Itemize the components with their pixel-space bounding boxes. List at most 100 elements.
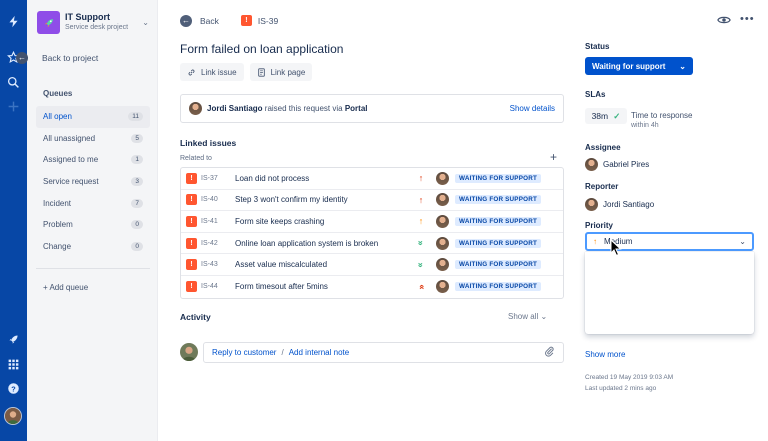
- show-all-label: Show all: [508, 312, 539, 321]
- watch-eye-icon[interactable]: [717, 14, 731, 26]
- more-actions-icon[interactable]: •••: [740, 13, 755, 25]
- profile-avatar[interactable]: [4, 407, 22, 425]
- slas-label: SLAs: [585, 90, 606, 99]
- issue-summary[interactable]: Form timesout after 5mins: [235, 282, 412, 291]
- link-page-label: Link page: [270, 67, 306, 77]
- show-details-link[interactable]: Show details: [510, 104, 555, 113]
- linked-issue-row[interactable]: ! IS-42 Online loan application system is …: [181, 233, 563, 255]
- status-lozenge: WAITING FOR SUPPORT: [455, 238, 541, 248]
- reporter-field[interactable]: Jordi Santiago: [585, 198, 654, 211]
- medium-priority-arrow-icon: ↑: [593, 237, 597, 246]
- chevron-down-icon: ⌄: [739, 237, 746, 246]
- status-lozenge: WAITING FOR SUPPORT: [455, 216, 541, 226]
- assignee-avatar: [436, 258, 450, 272]
- issue-type-icon: !: [186, 237, 197, 249]
- queue-label: All open: [43, 112, 72, 122]
- queue-count: 11: [128, 112, 143, 122]
- issue-key[interactable]: IS-39: [258, 16, 278, 26]
- issue-type-icon: !: [186, 281, 197, 293]
- queue-all-open[interactable]: All open 11: [36, 106, 150, 128]
- arrow-left-icon[interactable]: ←: [180, 14, 192, 27]
- issue-title[interactable]: Form failed on loan application: [180, 42, 343, 56]
- chevron-down-icon: ⌄: [679, 61, 686, 71]
- medium-priority-icon: ↑: [418, 216, 424, 227]
- queue-incident[interactable]: Incident 7: [36, 192, 150, 214]
- queue-list: All open 11 All unassigned 5 Assigned to m…: [36, 106, 150, 257]
- issue-type-icon: !: [186, 194, 197, 206]
- sla-name: Time to response: [631, 111, 693, 120]
- queue-count: 5: [131, 133, 143, 143]
- create-icon[interactable]: [4, 97, 23, 116]
- linked-issue-row[interactable]: ! IS-43 Asset value miscalculated » WAITING …: [181, 254, 563, 276]
- queue-all-unassigned[interactable]: All unassigned 5: [36, 128, 150, 150]
- issue-key[interactable]: IS-37: [201, 175, 235, 182]
- issue-type-icon: !: [240, 15, 252, 26]
- queue-problem[interactable]: Problem 0: [36, 214, 150, 236]
- high-priority-icon: ↑: [418, 173, 424, 184]
- back-to-project-link[interactable]: ← Back to project: [10, 49, 122, 67]
- back-link[interactable]: Back: [200, 16, 219, 26]
- raised-by-banner: Jordi Santiago raised this request via P…: [180, 94, 564, 123]
- linked-issue-row[interactable]: ! IS-37 Loan did not process ↑ WAITING FOR S…: [181, 168, 563, 190]
- reporter-avatar: [585, 198, 598, 211]
- add-link-plus-icon[interactable]: +: [550, 150, 557, 164]
- status-lozenge: WAITING FOR SUPPORT: [455, 260, 541, 270]
- issue-summary[interactable]: Step 3 won't confirm my identity: [235, 195, 412, 204]
- issue-summary[interactable]: Asset value miscalculated: [235, 260, 412, 269]
- priority-options-menu[interactable]: [585, 252, 754, 334]
- linked-issue-row[interactable]: ! IS-41 Form site keeps crashing ↑ WAITING F…: [181, 211, 563, 233]
- jira-logo-icon[interactable]: [4, 12, 23, 31]
- status-lozenge: WAITING FOR SUPPORT: [455, 195, 541, 205]
- status-label: Status: [585, 42, 610, 51]
- raised-by-name: Jordi Santiago: [207, 104, 263, 113]
- assignee-field[interactable]: Gabriel Pires: [585, 158, 649, 171]
- add-queue-link[interactable]: + Add queue: [43, 283, 88, 292]
- status-dropdown-button[interactable]: Waiting for support ⌄: [585, 57, 693, 75]
- sla-time-value: 38m: [591, 111, 609, 121]
- assignee-avatar: [436, 171, 450, 185]
- check-icon: ✓: [613, 110, 621, 121]
- issue-summary[interactable]: Form site keeps crashing: [235, 217, 412, 226]
- current-user-avatar: [180, 343, 198, 361]
- app-switcher-icon[interactable]: [4, 355, 23, 374]
- issue-key[interactable]: IS-43: [201, 261, 235, 268]
- queue-label: Change: [43, 241, 72, 251]
- link-issue-button[interactable]: Link issue: [180, 63, 244, 81]
- comment-composer[interactable]: Reply to customer / Add internal note: [203, 342, 564, 363]
- chevron-down-icon: ⌄: [142, 18, 149, 27]
- show-all-dropdown[interactable]: Show all ⌄: [508, 312, 547, 321]
- issue-key[interactable]: IS-41: [201, 218, 235, 225]
- help-icon[interactable]: ?: [4, 379, 23, 398]
- queue-assigned-to-me[interactable]: Assigned to me 1: [36, 149, 150, 171]
- mouse-pointer-icon: [610, 239, 622, 257]
- issue-key[interactable]: IS-40: [201, 196, 235, 203]
- reporter-label: Reporter: [585, 182, 619, 191]
- queue-change[interactable]: Change 0: [36, 236, 150, 258]
- link-page-button[interactable]: Link page: [249, 63, 313, 81]
- assignee-label: Assignee: [585, 143, 621, 152]
- created-date: Created 19 May 2019 9:03 AM: [585, 374, 674, 381]
- svg-text:?: ?: [11, 384, 16, 393]
- attachment-paperclip-icon[interactable]: [544, 346, 555, 360]
- queue-service-request[interactable]: Service request 3: [36, 171, 150, 193]
- linked-issue-row[interactable]: ! IS-44 Form timesout after 5mins » WAITING …: [181, 276, 563, 298]
- issue-summary[interactable]: Loan did not process: [235, 174, 412, 183]
- issue-key[interactable]: IS-44: [201, 283, 235, 290]
- issue-key[interactable]: IS-42: [201, 240, 235, 247]
- page-icon: [257, 67, 265, 77]
- linked-issue-row[interactable]: ! IS-40 Step 3 won't confirm my identity ↑ W…: [181, 190, 563, 212]
- add-internal-note-link[interactable]: Add internal note: [289, 348, 350, 357]
- reply-to-customer-link[interactable]: Reply to customer: [212, 348, 276, 357]
- project-switcher[interactable]: IT Support Service desk project ⌄: [37, 10, 149, 36]
- show-more-link[interactable]: Show more: [585, 350, 625, 359]
- queue-count: 7: [131, 198, 143, 208]
- sla-goal: within 4h: [631, 122, 659, 129]
- assignee-avatar: [436, 280, 450, 294]
- rocket-project-icon: [37, 11, 60, 34]
- rocket-icon[interactable]: [4, 330, 23, 349]
- lowest-priority-icon: »: [416, 262, 427, 268]
- search-icon[interactable]: [4, 73, 23, 92]
- issue-summary[interactable]: Online loan application system is broken: [235, 239, 412, 248]
- queue-count: 3: [131, 177, 143, 187]
- status-lozenge: WAITING FOR SUPPORT: [455, 173, 541, 183]
